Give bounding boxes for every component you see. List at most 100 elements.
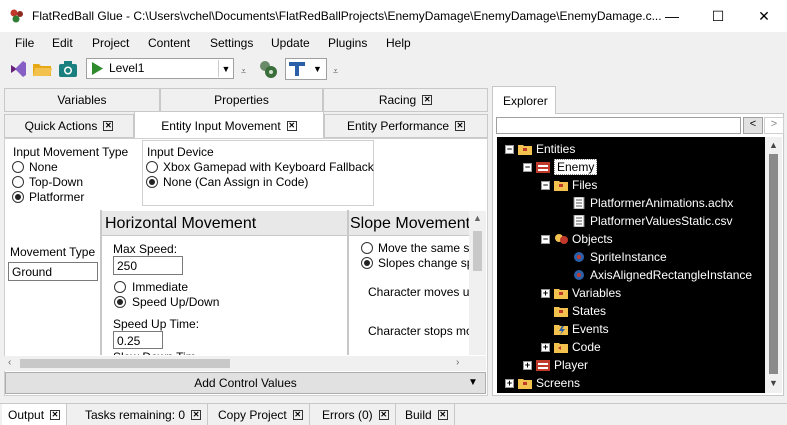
collapse-icon[interactable]: −	[523, 162, 532, 172]
tab-entity-input-movement[interactable]: Entity Input Movement ✕	[134, 111, 324, 139]
close-tab-icon[interactable]: ✕	[422, 95, 433, 105]
horizontal-scrollbar[interactable]: ‹ ›	[4, 356, 486, 371]
tab-errors[interactable]: Errors (0) ✕	[316, 404, 396, 425]
tree-item[interactable]: AxisAlignedRectangleInstance	[559, 267, 752, 283]
tab-output[interactable]: Output ✕	[2, 404, 68, 425]
radio-slope-change[interactable]	[361, 257, 373, 269]
movement-type-input[interactable]: Ground	[8, 262, 98, 281]
tree-item[interactable]: SpriteInstance	[559, 249, 667, 265]
tab-label: Variables	[57, 93, 107, 107]
collapse-icon[interactable]: −	[541, 234, 550, 244]
glue-settings-icon[interactable]	[257, 58, 279, 80]
radio-device-xbox[interactable]	[146, 161, 158, 173]
radio-movement-platformer[interactable]	[12, 191, 24, 203]
scroll-up-icon[interactable]: ▲	[473, 213, 482, 223]
menu-project[interactable]: Project	[92, 36, 129, 50]
tree-item-label: Objects	[572, 232, 613, 246]
menu-plugins[interactable]: Plugins	[328, 36, 367, 50]
close-tab-icon[interactable]: ✕	[50, 409, 61, 420]
max-speed-input[interactable]: 250	[113, 256, 183, 275]
expand-icon[interactable]: +	[523, 360, 532, 370]
camera-icon[interactable]	[57, 58, 79, 80]
file-icon	[572, 196, 586, 210]
close-tab-icon[interactable]: ✕	[292, 409, 303, 420]
add-control-values-button[interactable]: Add Control Values	[5, 372, 486, 394]
scrollbar-thumb[interactable]	[20, 359, 230, 368]
scrollbar-thumb[interactable]	[769, 154, 778, 374]
radio-slope-same[interactable]	[361, 242, 373, 254]
collapse-icon[interactable]: −	[505, 144, 514, 154]
vertical-scrollbar[interactable]: ▲	[469, 211, 486, 355]
explorer-tree[interactable]	[497, 137, 765, 393]
radio-speed-up-down[interactable]	[114, 296, 126, 308]
tree-item[interactable]: + Screens	[505, 375, 580, 391]
expand-icon[interactable]: +	[505, 378, 514, 388]
tree-item[interactable]: PlatformerAnimations.achx	[559, 195, 733, 211]
close-tab-icon[interactable]: ✕	[103, 121, 114, 131]
close-tab-icon[interactable]: ✕	[378, 409, 389, 420]
menu-settings[interactable]: Settings	[210, 36, 253, 50]
tree-item[interactable]: Events	[541, 321, 609, 337]
menu-update[interactable]: Update	[271, 36, 310, 50]
scrollbar-thumb[interactable]	[473, 231, 482, 271]
collapse-icon[interactable]: −	[541, 180, 550, 190]
menu-edit[interactable]: Edit	[52, 36, 73, 50]
tree-item-label: Player	[554, 358, 589, 372]
scroll-left-icon[interactable]: ‹	[8, 357, 11, 368]
scroll-down-icon[interactable]: ▼	[769, 378, 778, 388]
close-tab-icon[interactable]: ✕	[455, 121, 466, 131]
open-folder-icon[interactable]	[31, 58, 53, 80]
tab-racing[interactable]: Racing ✕	[323, 88, 488, 112]
tab-entity-performance[interactable]: Entity Performance ✕	[324, 114, 488, 138]
visual-studio-icon[interactable]	[7, 58, 29, 80]
tree-item[interactable]: + Player	[523, 357, 588, 373]
menu-content[interactable]: Content	[148, 36, 190, 50]
movement-type-label: Movement Type	[10, 245, 96, 259]
tree-item[interactable]: − Files	[541, 177, 597, 193]
tab-copy-project[interactable]: Copy Project ✕	[212, 404, 310, 425]
tree-scrollbar[interactable]: ▲ ▼	[765, 137, 782, 393]
folder-icon	[518, 377, 532, 389]
radio-movement-none[interactable]	[12, 161, 24, 173]
maximize-button[interactable]: ☐	[695, 0, 741, 32]
chevron-down-icon[interactable]: ▼	[468, 377, 478, 388]
tree-item[interactable]: + Variables	[541, 285, 621, 301]
tree-item[interactable]: + Code	[541, 339, 601, 355]
radio-device-none[interactable]	[146, 176, 158, 188]
toolbar-overflow-icon[interactable]: ⩡	[333, 66, 338, 77]
nav-back-button[interactable]: <	[743, 117, 763, 134]
tree-item[interactable]: − Entities	[505, 141, 575, 157]
explorer-search-input[interactable]	[496, 117, 741, 134]
tab-quick-actions[interactable]: Quick Actions ✕	[4, 114, 134, 138]
tab-explorer[interactable]: Explorer	[492, 86, 556, 114]
tree-item[interactable]: − Objects	[541, 231, 613, 247]
close-tab-icon[interactable]: ✕	[191, 409, 202, 420]
tab-tasks-remaining[interactable]: Tasks remaining: 0 ✕	[79, 404, 209, 425]
minimize-button[interactable]: —	[649, 0, 695, 32]
expand-icon[interactable]: +	[541, 288, 550, 298]
tab-label: Copy Project	[218, 407, 287, 422]
tree-item-label: Enemy	[554, 159, 598, 175]
expand-icon[interactable]: +	[541, 342, 550, 352]
close-tab-icon[interactable]: ✕	[286, 120, 297, 131]
radio-immediate[interactable]	[114, 281, 126, 293]
tab-properties[interactable]: Properties	[160, 88, 323, 112]
close-button[interactable]: ✕	[741, 0, 787, 32]
close-tab-icon[interactable]: ✕	[437, 409, 448, 420]
speed-up-time-input[interactable]: 0.25	[113, 331, 163, 349]
radio-movement-top-down[interactable]	[12, 176, 24, 188]
tab-build[interactable]: Build ✕	[399, 404, 455, 425]
chevron-down-icon[interactable]: ▼	[218, 60, 233, 77]
tree-item[interactable]: States	[541, 303, 606, 319]
tree-item[interactable]: PlatformerValuesStatic.csv	[559, 213, 733, 229]
menu-file[interactable]: File	[15, 36, 34, 50]
tree-item[interactable]: − Enemy	[523, 159, 598, 175]
scroll-up-icon[interactable]: ▲	[769, 140, 778, 150]
tab-variables[interactable]: Variables	[4, 88, 160, 112]
scroll-right-icon[interactable]: ›	[456, 357, 459, 368]
radio-label: Xbox Gamepad with Keyboard Fallback	[163, 160, 374, 174]
chevron-down-icon[interactable]: ▼	[310, 60, 325, 78]
nav-forward-button[interactable]: >	[764, 117, 784, 134]
toolbar-overflow-icon[interactable]: ⩡	[241, 66, 246, 77]
menu-help[interactable]: Help	[386, 36, 411, 50]
